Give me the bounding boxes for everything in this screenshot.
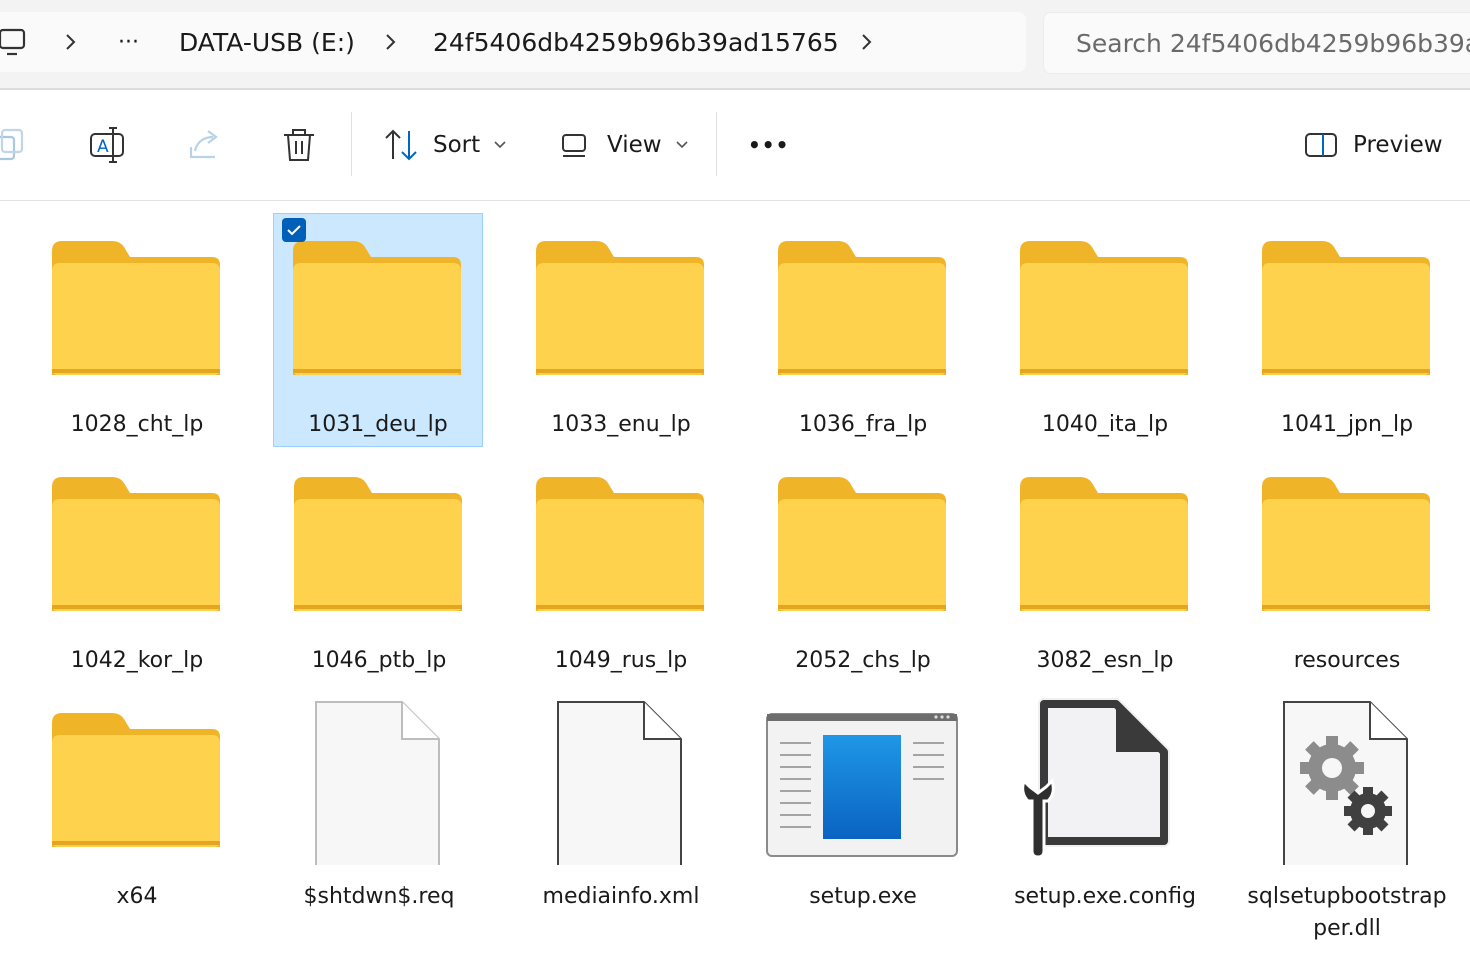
item-name: 1040_ita_lp [1041,412,1169,437]
rename-button[interactable]: A [88,120,128,170]
folder-item[interactable]: 2052_chs_lp [758,449,968,683]
item-name: $shtdwn$.req [303,884,455,909]
more-options-button[interactable]: ••• [748,120,789,170]
chevron-down-icon [494,141,506,149]
rename-icon: A [90,127,124,163]
view-icon [562,134,586,157]
folder-icon [1262,477,1430,611]
folder-item[interactable]: 1046_ptb_lp [274,449,484,683]
breadcrumb-current-folder[interactable]: 24f5406db4259b96b39ad15765 [433,12,839,72]
item-name: sqlsetupbootstrapper.dll [1247,884,1447,941]
sort-label: Sort [433,132,481,158]
folder-item[interactable]: 1040_ita_lp [1000,213,1210,447]
item-name: 2052_chs_lp [795,648,931,673]
item-name: 1046_ptb_lp [311,648,447,673]
file-item[interactable]: setup.exe.config [1000,685,1210,919]
folder-icon [52,477,220,611]
copy-icon [0,128,24,161]
search-box[interactable] [1043,12,1470,74]
toolbar-divider [716,112,717,176]
file-item[interactable]: setup.exe [758,685,968,919]
item-name: x64 [116,884,158,909]
item-name: 1049_rus_lp [554,648,688,673]
folder-item[interactable]: 1042_kor_lp [32,449,242,683]
copy-button[interactable] [0,120,30,170]
item-name: 1031_deu_lp [308,412,448,437]
this-pc-icon[interactable] [0,12,28,72]
item-name: 1042_kor_lp [70,648,204,673]
preview-label: Preview [1353,132,1443,158]
delete-button[interactable] [280,120,318,170]
item-name: 1028_cht_lp [70,412,204,437]
folder-item[interactable]: 1036_fra_lp [758,213,968,447]
folder-icon [778,477,946,611]
chevron-right-icon[interactable] [384,12,398,72]
folder-icon [536,477,704,611]
folder-icon [52,241,220,375]
chevron-right-icon[interactable] [64,12,78,72]
item-name: resources [1293,648,1401,673]
item-name: 3082_esn_lp [1036,648,1174,673]
item-name: setup.exe [809,884,917,909]
checkmark-icon [287,225,301,236]
toolbar-divider [351,112,352,176]
file-item[interactable]: mediainfo.xml [516,685,726,919]
folder-item[interactable]: x64 [32,685,242,919]
folder-icon [1020,241,1188,375]
config-file-icon [1021,698,1170,859]
breadcrumb-overflow-button[interactable]: ··· [118,12,139,72]
folder-item[interactable]: 1041_jpn_lp [1242,213,1452,447]
folder-icon [52,713,220,847]
document-file-icon [557,701,682,865]
folder-item[interactable]: resources [1242,449,1452,683]
folder-icon [1262,241,1430,375]
command-bar: A Sort View ••• Preview [0,90,1470,200]
file-item[interactable]: sqlsetupbootstrapper.dll [1242,685,1452,951]
folder-icon [536,241,704,375]
share-button[interactable] [185,120,225,170]
folder-item[interactable]: 3082_esn_lp [1000,449,1210,683]
trash-icon [284,129,314,161]
file-grid: 1028_cht_lp 1031_deu_lp 1033_enu_lp 1036… [0,201,1470,966]
folder-item[interactable]: 1028_cht_lp [32,213,242,447]
folder-icon [778,241,946,375]
selection-checkbox[interactable] [282,218,306,242]
address-bar[interactable]: ··· DATA-USB (E:) 24f5406db4259b96b39ad1… [0,12,1026,72]
preview-pane-button[interactable]: Preview [1304,120,1443,170]
item-name: 1036_fra_lp [798,412,928,437]
item-name: 1041_jpn_lp [1280,412,1414,437]
item-name: setup.exe.config [1014,884,1196,909]
view-button[interactable]: View [561,120,688,170]
dll-file-icon [1283,701,1408,865]
folder-item[interactable]: 1049_rus_lp [516,449,726,683]
search-input[interactable] [1074,27,1470,59]
sort-icon [385,129,417,161]
folder-item[interactable]: 1033_enu_lp [516,213,726,447]
folder-icon [1020,477,1188,611]
folder-item-selected[interactable]: 1031_deu_lp [273,213,483,447]
preview-pane-icon [1305,133,1337,157]
address-bar-region: ··· DATA-USB (E:) 24f5406db4259b96b39ad1… [0,0,1470,88]
sort-button[interactable]: Sort [383,120,506,170]
folder-icon [294,477,462,611]
item-name: mediainfo.xml [542,884,700,909]
item-name: 1033_enu_lp [551,412,691,437]
svg-text:A: A [97,137,109,157]
view-label: View [607,132,662,158]
blank-file-icon [315,701,440,865]
chevron-right-icon[interactable] [860,12,874,72]
breadcrumb-drive[interactable]: DATA-USB (E:) [179,12,355,72]
file-item[interactable]: $shtdwn$.req [274,685,484,919]
application-icon [766,713,958,857]
share-icon [189,130,218,159]
chevron-down-icon [676,141,688,149]
more-icon: ••• [748,133,790,157]
